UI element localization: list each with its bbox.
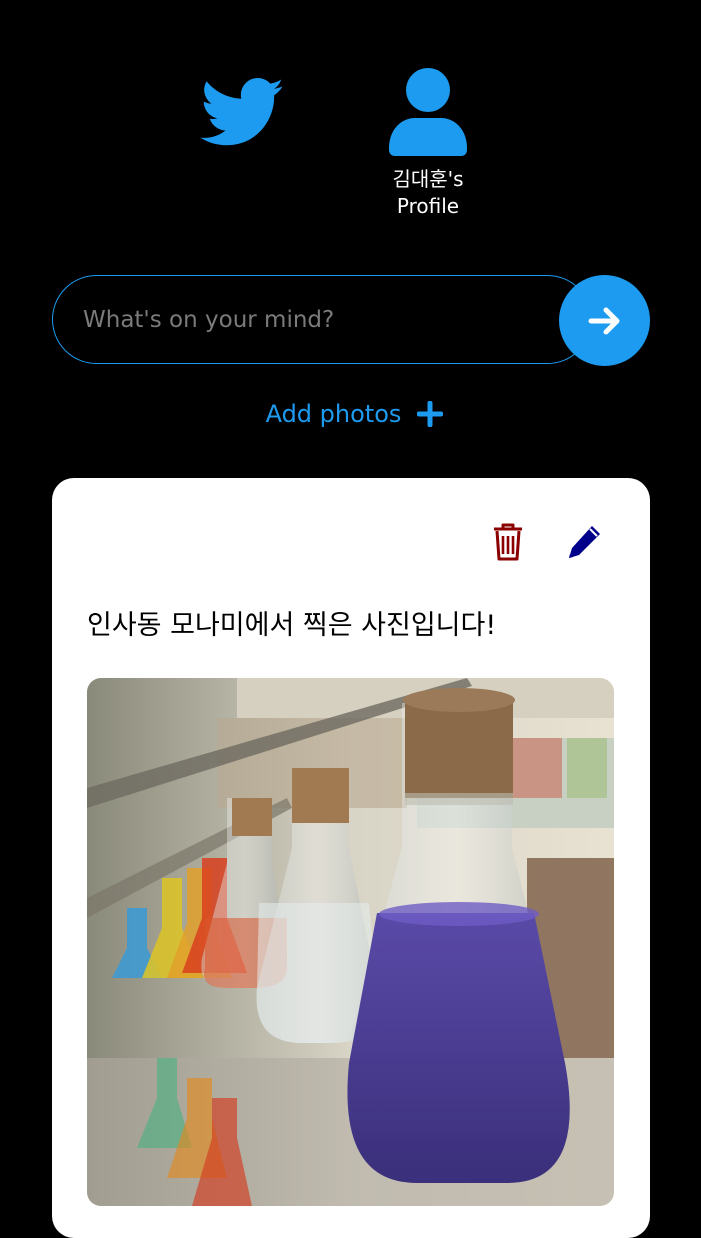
tweet-text: 인사동 모나미에서 찍은 사진입니다! <box>87 610 497 641</box>
tweet-composer <box>52 275 650 366</box>
arrow-right-icon <box>588 307 619 334</box>
add-photos-button[interactable]: Add photos <box>0 392 701 436</box>
flasks-photo-image <box>87 678 614 1206</box>
plus-icon <box>417 401 444 427</box>
pencil-icon <box>569 526 600 558</box>
trash-icon <box>494 523 522 561</box>
twitter-bird-icon <box>200 78 284 146</box>
tweet-photo <box>87 678 614 1206</box>
tweet-card: 인사동 모나미에서 찍은 사진입니다! <box>52 478 650 1238</box>
delete-button[interactable] <box>492 522 524 562</box>
submit-button[interactable] <box>559 275 650 366</box>
tweet-input[interactable] <box>52 275 592 364</box>
top-nav: 김대훈's Profile <box>0 0 701 240</box>
profile-link[interactable]: 김대훈's Profile <box>370 68 486 228</box>
user-icon <box>389 68 467 156</box>
edit-button[interactable] <box>566 522 604 560</box>
home-link[interactable] <box>196 70 290 154</box>
add-photos-label: Add photos <box>265 400 402 428</box>
profile-label: 김대훈's Profile <box>392 167 464 218</box>
